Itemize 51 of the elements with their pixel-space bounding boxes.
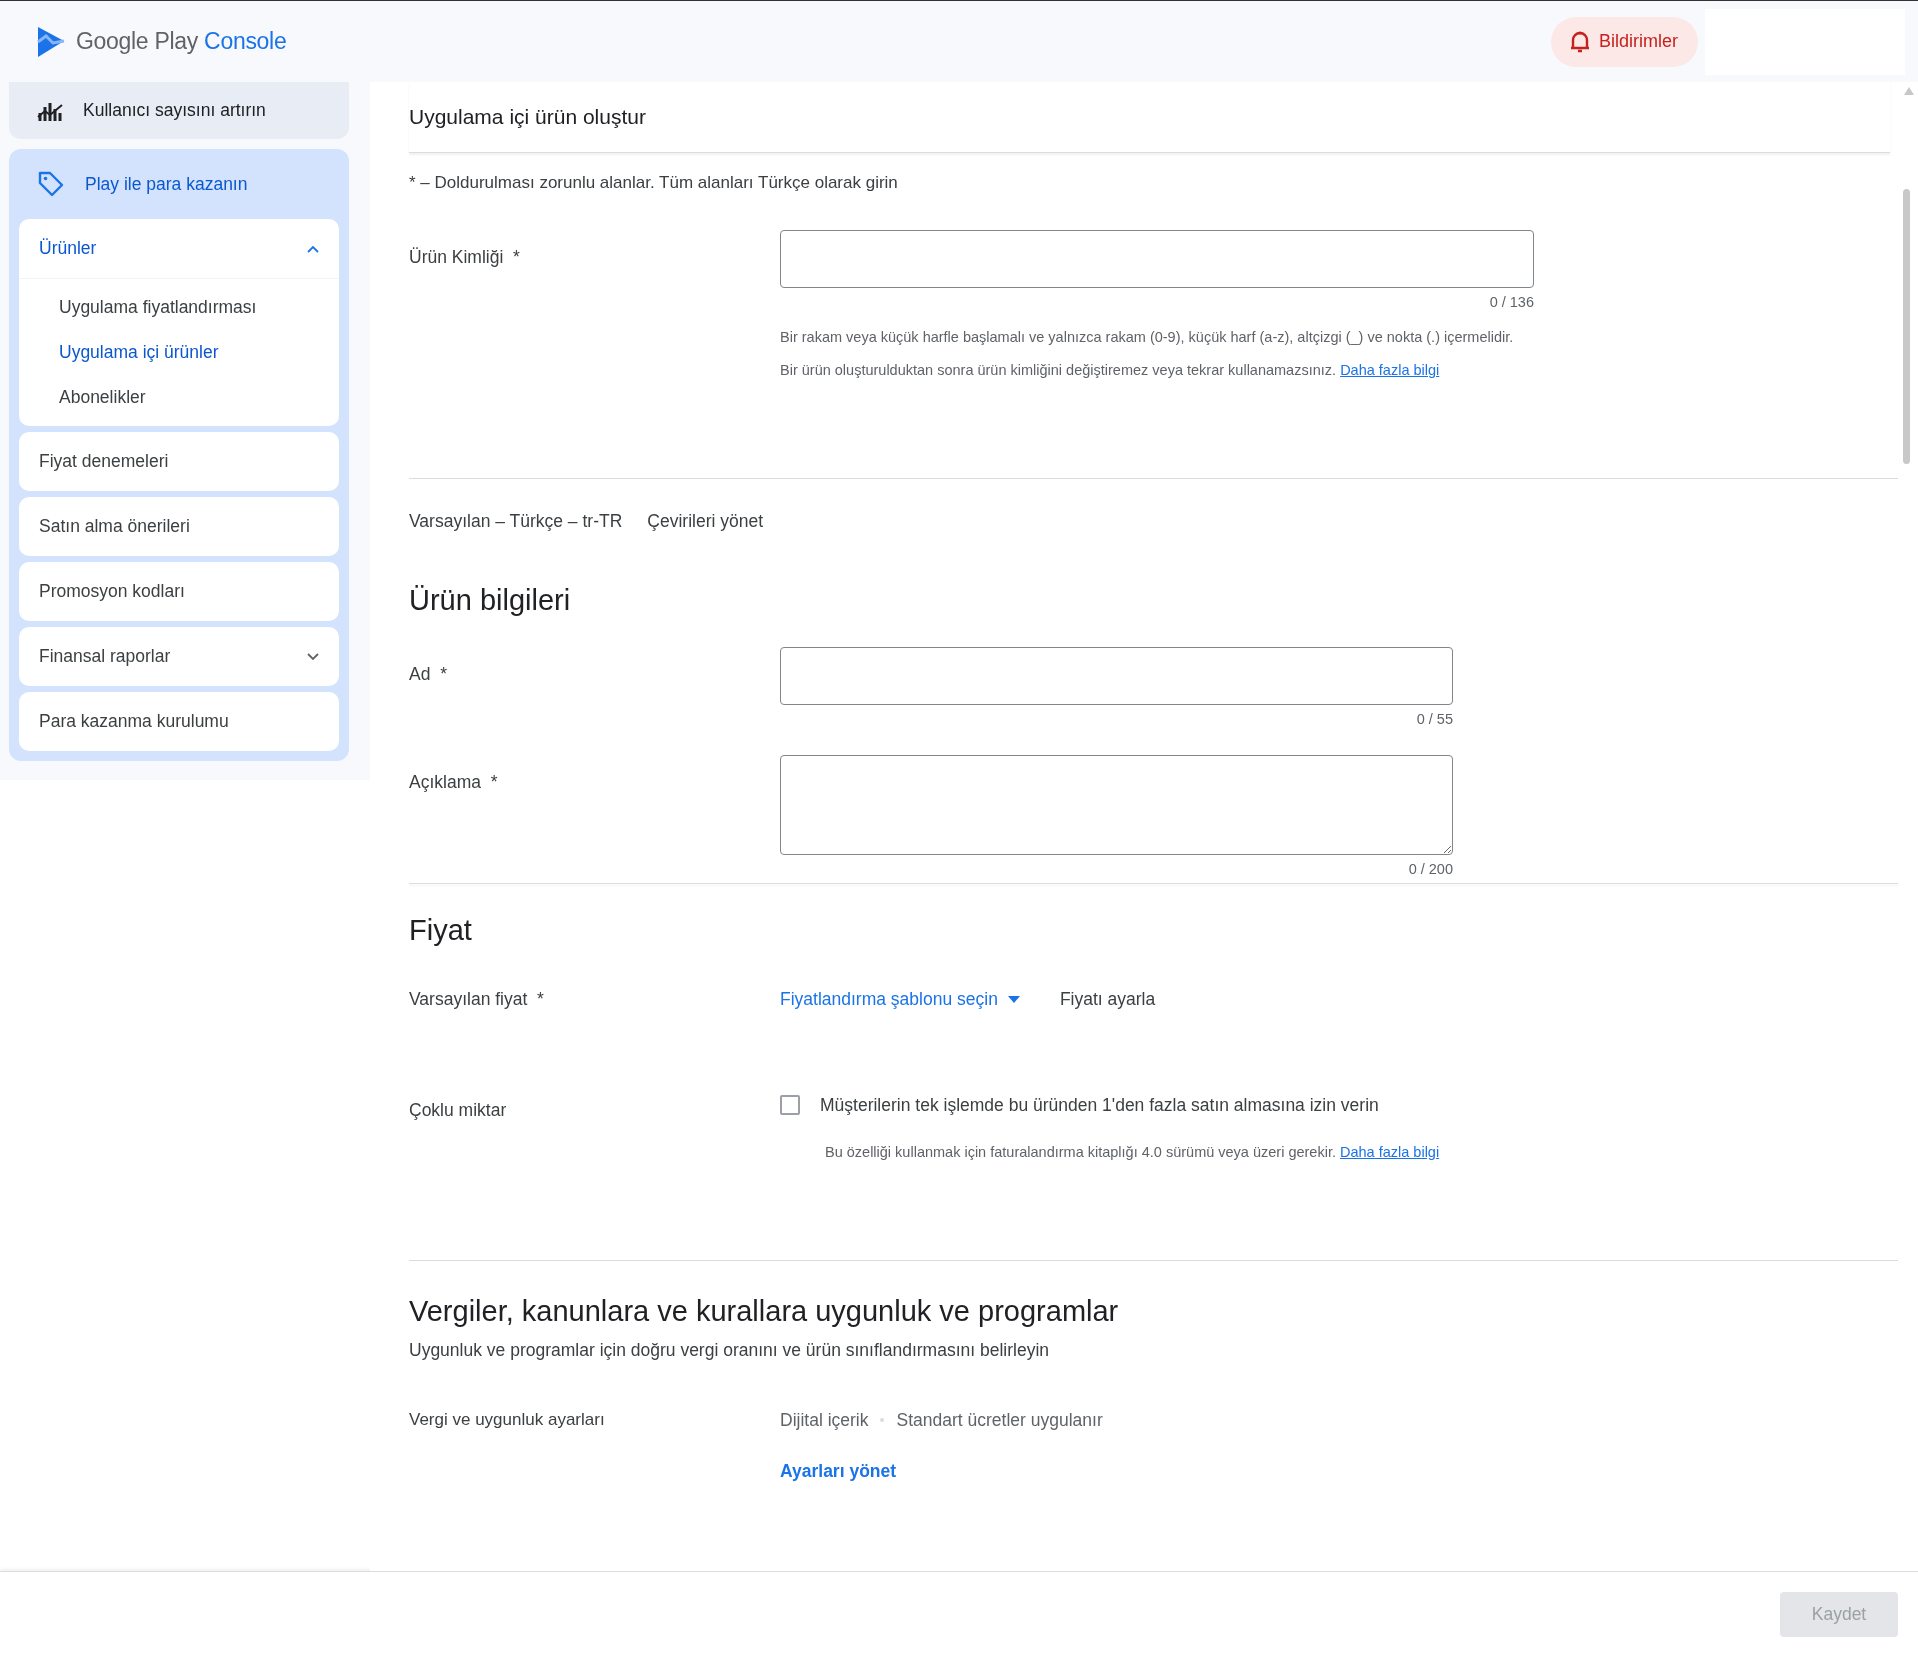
name-field[interactable]: [780, 646, 1453, 705]
section-heading: Ürün bilgileri: [409, 583, 572, 617]
nav-item[interactable]: Ürünler: [19, 219, 339, 279]
checkbox-label: Müşterilerin tek işlemde bu üründen 1'den fazla satın almasına izin verin: [820, 1094, 1379, 1116]
nav-subitem[interactable]: Uygulama fiyatlandırması: [19, 285, 339, 330]
character-counter: 0 / 200: [1408, 860, 1453, 877]
section-heading: Fiyat: [409, 913, 473, 947]
notifications-button[interactable]: Bildirimler: [1551, 16, 1698, 67]
field-label: Ürün Kimliği *: [409, 247, 520, 267]
description-field[interactable]: [780, 754, 1453, 855]
field-label: Varsayılan fiyat *: [409, 988, 544, 1009]
nav-section-item[interactable]: Kullanıcı sayısını artırın: [9, 82, 349, 139]
help-text: Bir rakam veya küçük harfle başlamalı ve yalnızca rakam (0-9), küçük harf (a-z), altçizgi (_) ve nokta (.) içermelidir.: [780, 328, 1515, 347]
page-title: Uygulama içi ürün oluştur: [409, 105, 646, 129]
play-logo-icon: [36, 25, 66, 58]
help-text: Bu özelliği kullanmak için faturalandırma kitaplığı 4.0 sürümü veya üzeri gerekir. Daha fazla bilgi: [825, 1142, 1440, 1162]
product-id-field[interactable]: [780, 230, 1534, 288]
tag-icon: [37, 170, 65, 198]
pricing-template-dropdown[interactable]: Fiyatlandırma şablonu seçin: [780, 988, 1020, 1010]
separator-dot: [880, 1418, 885, 1423]
bell-icon: [1569, 29, 1591, 54]
section-description: Uygunluk ve programlar için doğru vergi oranını ve ürün sınıflandırmasını belirleyin: [409, 1339, 1051, 1361]
setting-value: Dijital içerik: [780, 1409, 869, 1431]
nav-item[interactable]: Promosyon kodları: [19, 562, 339, 621]
logo-text[interactable]: Google Play Console: [76, 28, 287, 55]
nav-subitem[interactable]: Uygulama içi ürünler: [19, 330, 339, 375]
field-label: Ad *: [409, 663, 447, 684]
section-heading: Vergiler, kanunlara ve kurallara uygunluk ve programlar: [409, 1294, 1120, 1328]
required-note: * – Doldurulması zorunlu alanlar. Tüm alanları Türkçe olarak girin: [409, 173, 899, 193]
manage-translations-link[interactable]: Çevirileri yönet: [647, 510, 764, 532]
setting-value: Standart ücretler uygulanır: [896, 1409, 1103, 1431]
learn-more-link[interactable]: Daha fazla bilgi: [1340, 1143, 1440, 1160]
dropdown-caret-icon: [1007, 995, 1020, 1003]
nav-item[interactable]: Satın alma önerileri: [19, 497, 339, 556]
learn-more-link[interactable]: Daha fazla bilgi: [1340, 361, 1440, 378]
character-counter: 0 / 136: [1489, 294, 1534, 310]
character-counter: 0 / 55: [1416, 710, 1453, 727]
field-label: Vergi ve uygunluk ayarları: [409, 1409, 605, 1429]
help-text: Bir ürün oluşturulduktan sonra ürün kimliğini değiştiremez veya tekrar kullanamazsınız. Daha fazla bilgi: [780, 360, 1441, 380]
default-language: Varsayılan – Türkçe – tr-TR: [409, 510, 623, 532]
nav-item[interactable]: Finansal raporlar: [19, 627, 339, 686]
set-price-button[interactable]: Fiyatı ayarla: [1059, 988, 1156, 1010]
scrollbar[interactable]: [1903, 189, 1910, 464]
nav-item[interactable]: Para kazanma kurulumu: [19, 692, 339, 751]
nav-section-item[interactable]: Play ile para kazanın: [9, 149, 349, 219]
field-label: Açıklama *: [409, 771, 498, 792]
manage-settings-link[interactable]: Ayarları yönet: [780, 1460, 897, 1482]
nav-subitem[interactable]: Abonelikler: [19, 375, 339, 420]
checkbox[interactable]: [780, 1095, 800, 1116]
nav-item[interactable]: Fiyat denemeleri: [19, 432, 339, 491]
field-label: Çoklu miktar: [409, 1099, 507, 1120]
